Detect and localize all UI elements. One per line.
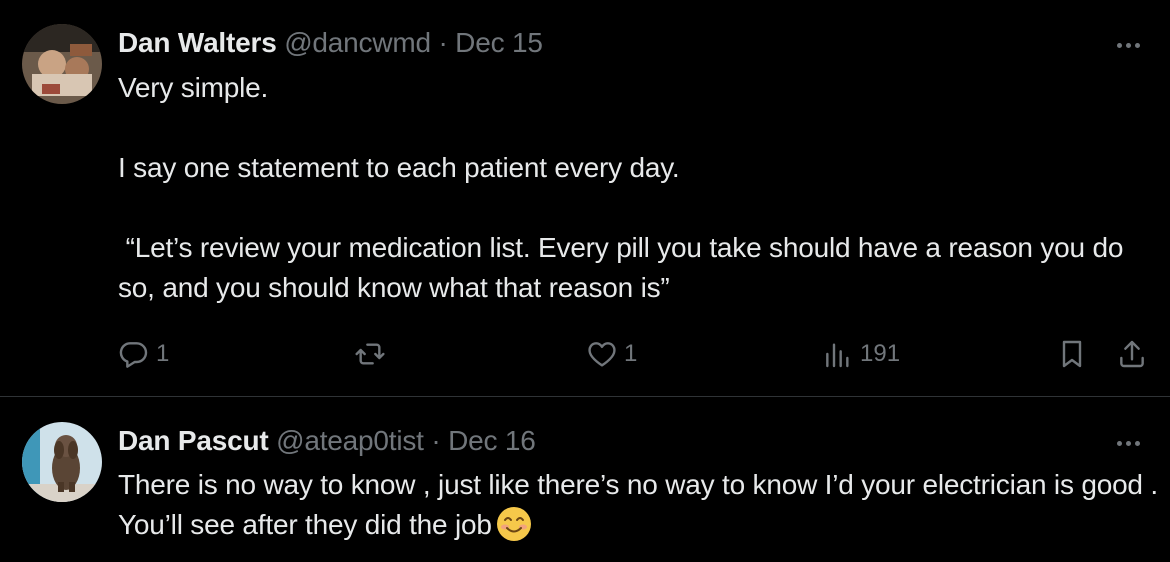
- reply-button[interactable]: 1: [118, 334, 169, 374]
- tweet[interactable]: Dan Pascut @ateap0tist · Dec 16 There is…: [0, 397, 1170, 562]
- views-count: 191: [860, 340, 901, 367]
- tweet-text: There is no way to know , just like ther…: [118, 469, 1166, 540]
- smiling-face-icon: [496, 507, 531, 541]
- avatar[interactable]: [22, 24, 102, 104]
- more-icon[interactable]: [1108, 431, 1148, 455]
- like-count: 1: [624, 340, 638, 367]
- tweet-date[interactable]: Dec 15: [455, 27, 543, 58]
- author-name[interactable]: Dan Walters: [118, 27, 277, 58]
- like-icon: [588, 342, 616, 367]
- reply-icon: [119, 342, 148, 368]
- separator: ·: [431, 425, 441, 456]
- author-name[interactable]: Dan Pascut: [118, 425, 269, 456]
- tweet-text-container: There is no way to know , just like ther…: [118, 465, 1158, 545]
- share-button[interactable]: [1116, 334, 1148, 374]
- reply-count: 1: [156, 340, 170, 367]
- avatar[interactable]: [22, 422, 102, 502]
- avatar-image: [22, 422, 102, 502]
- tweet-header: Dan Walters @dancwmd · Dec 15: [118, 26, 543, 60]
- separator: ·: [438, 27, 448, 58]
- like-button[interactable]: 1: [586, 334, 637, 374]
- more-icon[interactable]: [1108, 33, 1148, 57]
- views-button[interactable]: 191: [822, 334, 900, 374]
- author-handle[interactable]: @dancwmd: [284, 27, 431, 58]
- retweet-icon: [355, 343, 385, 365]
- tweet-actions: 1 1 191: [118, 334, 1158, 374]
- avatar-image: [22, 24, 102, 104]
- retweet-button[interactable]: [354, 334, 392, 374]
- views-icon: [826, 343, 849, 368]
- tweet-date[interactable]: Dec 16: [448, 425, 536, 456]
- tweet-text: Very simple. I say one statement to each…: [118, 72, 1124, 303]
- bookmark-icon: [1062, 340, 1082, 368]
- author-handle[interactable]: @ateap0tist: [276, 425, 424, 456]
- share-icon: [1120, 340, 1144, 368]
- tweet-header: Dan Pascut @ateap0tist · Dec 16: [118, 424, 536, 458]
- bookmark-button[interactable]: [1056, 334, 1088, 374]
- tweet[interactable]: Dan Walters @dancwmd · Dec 15 Very simpl…: [0, 0, 1170, 396]
